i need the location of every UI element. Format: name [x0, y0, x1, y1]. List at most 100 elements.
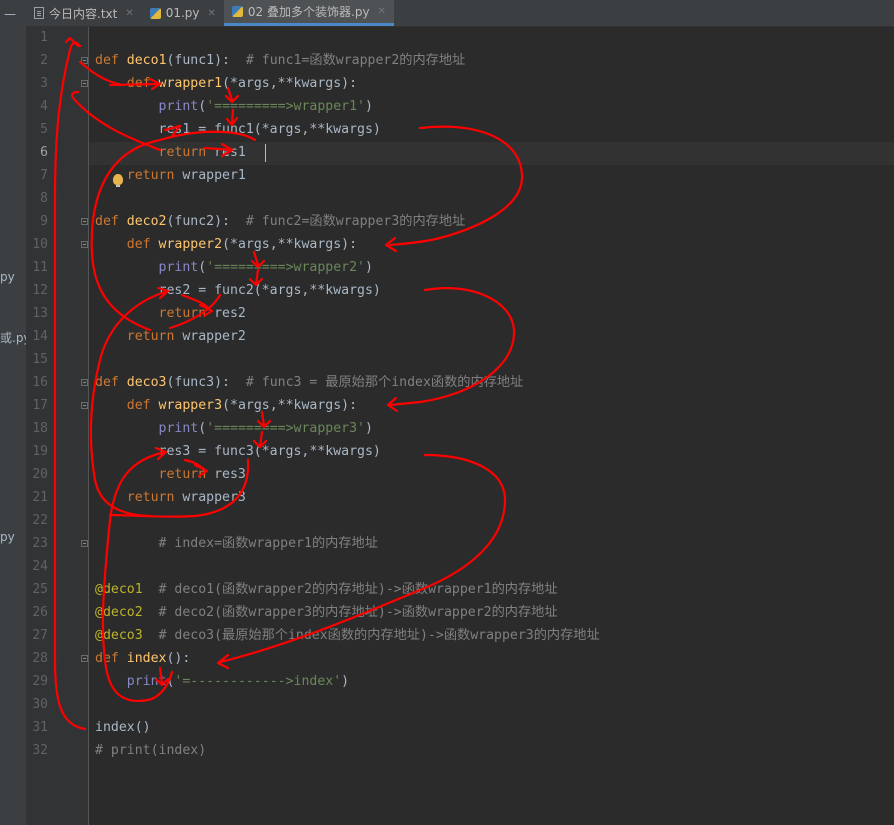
- code-line[interactable]: @deco3 # deco3(最原始那个index函数的内存地址)->函数wra…: [95, 624, 600, 647]
- code-token: wrapper1: [182, 168, 246, 183]
- code-token: @deco1: [95, 582, 143, 597]
- line-number: 29: [32, 674, 48, 689]
- code-line[interactable]: def deco3(func3): # func3 = 最原始那个index函数…: [95, 371, 523, 394]
- fold-toggle-icon[interactable]: [81, 218, 88, 225]
- tab-today-content-txt[interactable]: 今日内容.txt ✕: [26, 0, 142, 26]
- code-token: wrapper3: [182, 490, 246, 505]
- code-token: deco2: [126, 214, 167, 229]
- python-file-icon: [149, 7, 161, 19]
- tab-label: 02 叠加多个装饰器.py: [247, 5, 370, 19]
- code-token: print: [126, 674, 167, 689]
- code-token: def: [95, 214, 127, 229]
- line-number-gutter[interactable]: 1 2 3 4 5 6 7 8 9 10 11 12 13 14 15 16 17 18 19 20 21 22 23 24 2…: [26, 27, 89, 825]
- close-tab-icon[interactable]: ✕: [208, 8, 216, 19]
- code-line[interactable]: return wrapper2: [95, 325, 246, 348]
- fold-toggle-icon[interactable]: [81, 379, 88, 386]
- python-file-icon: [231, 6, 243, 17]
- code-line[interactable]: print('=========>wrapper1'): [95, 95, 373, 118]
- tab-stacked-decorators-py[interactable]: 02 叠加多个装饰器.py ✕: [223, 0, 394, 26]
- fold-toggle-icon[interactable]: [81, 540, 88, 547]
- line-number: 8: [40, 191, 48, 206]
- code-token: res2: [214, 306, 246, 321]
- project-file-fragment[interactable]: py: [0, 270, 15, 284]
- code-line[interactable]: return res1: [95, 141, 246, 164]
- close-tab-icon[interactable]: ✕: [125, 8, 133, 19]
- line-number: 19: [32, 444, 48, 459]
- tab-01-py[interactable]: 01.py ✕: [142, 0, 224, 26]
- code-token: index: [126, 651, 167, 666]
- code-line[interactable]: def wrapper3(*args,**kwargs):: [95, 394, 357, 417]
- code-token: wrapper3: [158, 398, 223, 413]
- lightbulb-intention-icon[interactable]: [113, 174, 123, 187]
- line-number: 28: [32, 651, 48, 666]
- code-token: @deco3: [95, 628, 143, 643]
- text-file-icon: [34, 7, 44, 19]
- fold-toggle-icon[interactable]: [81, 402, 88, 409]
- code-token: # func3 = 最原始那个index函数的内存地址: [245, 375, 524, 390]
- line-number: 10: [32, 237, 48, 252]
- code-line[interactable]: @deco1 # deco1(函数wrapper2的内存地址)->函数wrapp…: [95, 578, 558, 601]
- code-token: res1 = func1(*args,**kwargs): [95, 122, 381, 137]
- code-line[interactable]: return wrapper3: [95, 486, 246, 509]
- code-line[interactable]: return res3: [95, 463, 246, 486]
- code-token: return: [126, 168, 183, 183]
- line-number: 5: [40, 122, 48, 137]
- code-token: print: [158, 421, 199, 436]
- line-number: 16: [32, 375, 48, 390]
- close-tab-icon[interactable]: ✕: [378, 6, 386, 17]
- line-number: 18: [32, 421, 48, 436]
- code-line[interactable]: return res2: [95, 302, 246, 325]
- code-token: ): [364, 260, 373, 275]
- collapse-panel-icon[interactable]: —: [2, 6, 18, 22]
- code-line[interactable]: res2 = func2(*args,**kwargs): [95, 279, 381, 302]
- fold-toggle-icon[interactable]: [81, 57, 88, 64]
- code-line[interactable]: def wrapper2(*args,**kwargs):: [95, 233, 357, 256]
- code-line[interactable]: res1 = func1(*args,**kwargs): [95, 118, 381, 141]
- code-token: # index=函数wrapper1的内存地址: [158, 536, 378, 551]
- code-line[interactable]: def deco1(func1): # func1=函数wrapper2的内存地…: [95, 49, 465, 72]
- code-line[interactable]: # print(index): [95, 739, 206, 762]
- code-token: ): [364, 99, 373, 114]
- code-line[interactable]: res3 = func3(*args,**kwargs): [95, 440, 381, 463]
- fold-toggle-icon[interactable]: [81, 241, 88, 248]
- line-number: 2: [40, 53, 48, 68]
- code-line[interactable]: print('=========>wrapper3'): [95, 417, 373, 440]
- code-line[interactable]: print('=------------>index'): [95, 670, 349, 693]
- code-line[interactable]: print('=========>wrapper2'): [95, 256, 373, 279]
- code-token: return: [126, 490, 183, 505]
- fold-toggle-icon[interactable]: [81, 655, 88, 662]
- line-number: 1: [40, 30, 48, 45]
- code-line[interactable]: def wrapper1(*args,**kwargs):: [95, 72, 357, 95]
- code-token: (: [198, 99, 207, 114]
- line-number: 30: [32, 697, 48, 712]
- project-file-fragment[interactable]: py: [0, 530, 15, 544]
- code-line[interactable]: def index():: [95, 647, 190, 670]
- code-token: (*args,**kwargs):: [222, 398, 358, 413]
- tab-label: 01.py: [165, 6, 200, 20]
- code-line[interactable]: @deco2 # deco2(函数wrapper3的内存地址)->函数wrapp…: [95, 601, 558, 624]
- editor-tab-bar: 今日内容.txt ✕ 01.py ✕ 02 叠加多个装饰器.py ✕: [26, 0, 894, 27]
- code-line[interactable]: index(): [95, 716, 151, 739]
- code-token: res3 = func3(*args,**kwargs): [95, 444, 381, 459]
- code-line[interactable]: # index=函数wrapper1的内存地址: [95, 532, 378, 555]
- line-number: 6: [40, 145, 48, 160]
- code-token: index(): [95, 720, 151, 735]
- code-editor[interactable]: def deco1(func1): # func1=函数wrapper2的内存地…: [89, 27, 894, 825]
- code-line[interactable]: def deco2(func2): # func2=函数wrapper3的内存地…: [95, 210, 465, 233]
- line-number: 23: [32, 536, 48, 551]
- line-number: 7: [40, 168, 48, 183]
- code-token: '=========>wrapper1': [206, 99, 365, 114]
- code-token: def: [95, 651, 127, 666]
- fold-toggle-icon[interactable]: [81, 80, 88, 87]
